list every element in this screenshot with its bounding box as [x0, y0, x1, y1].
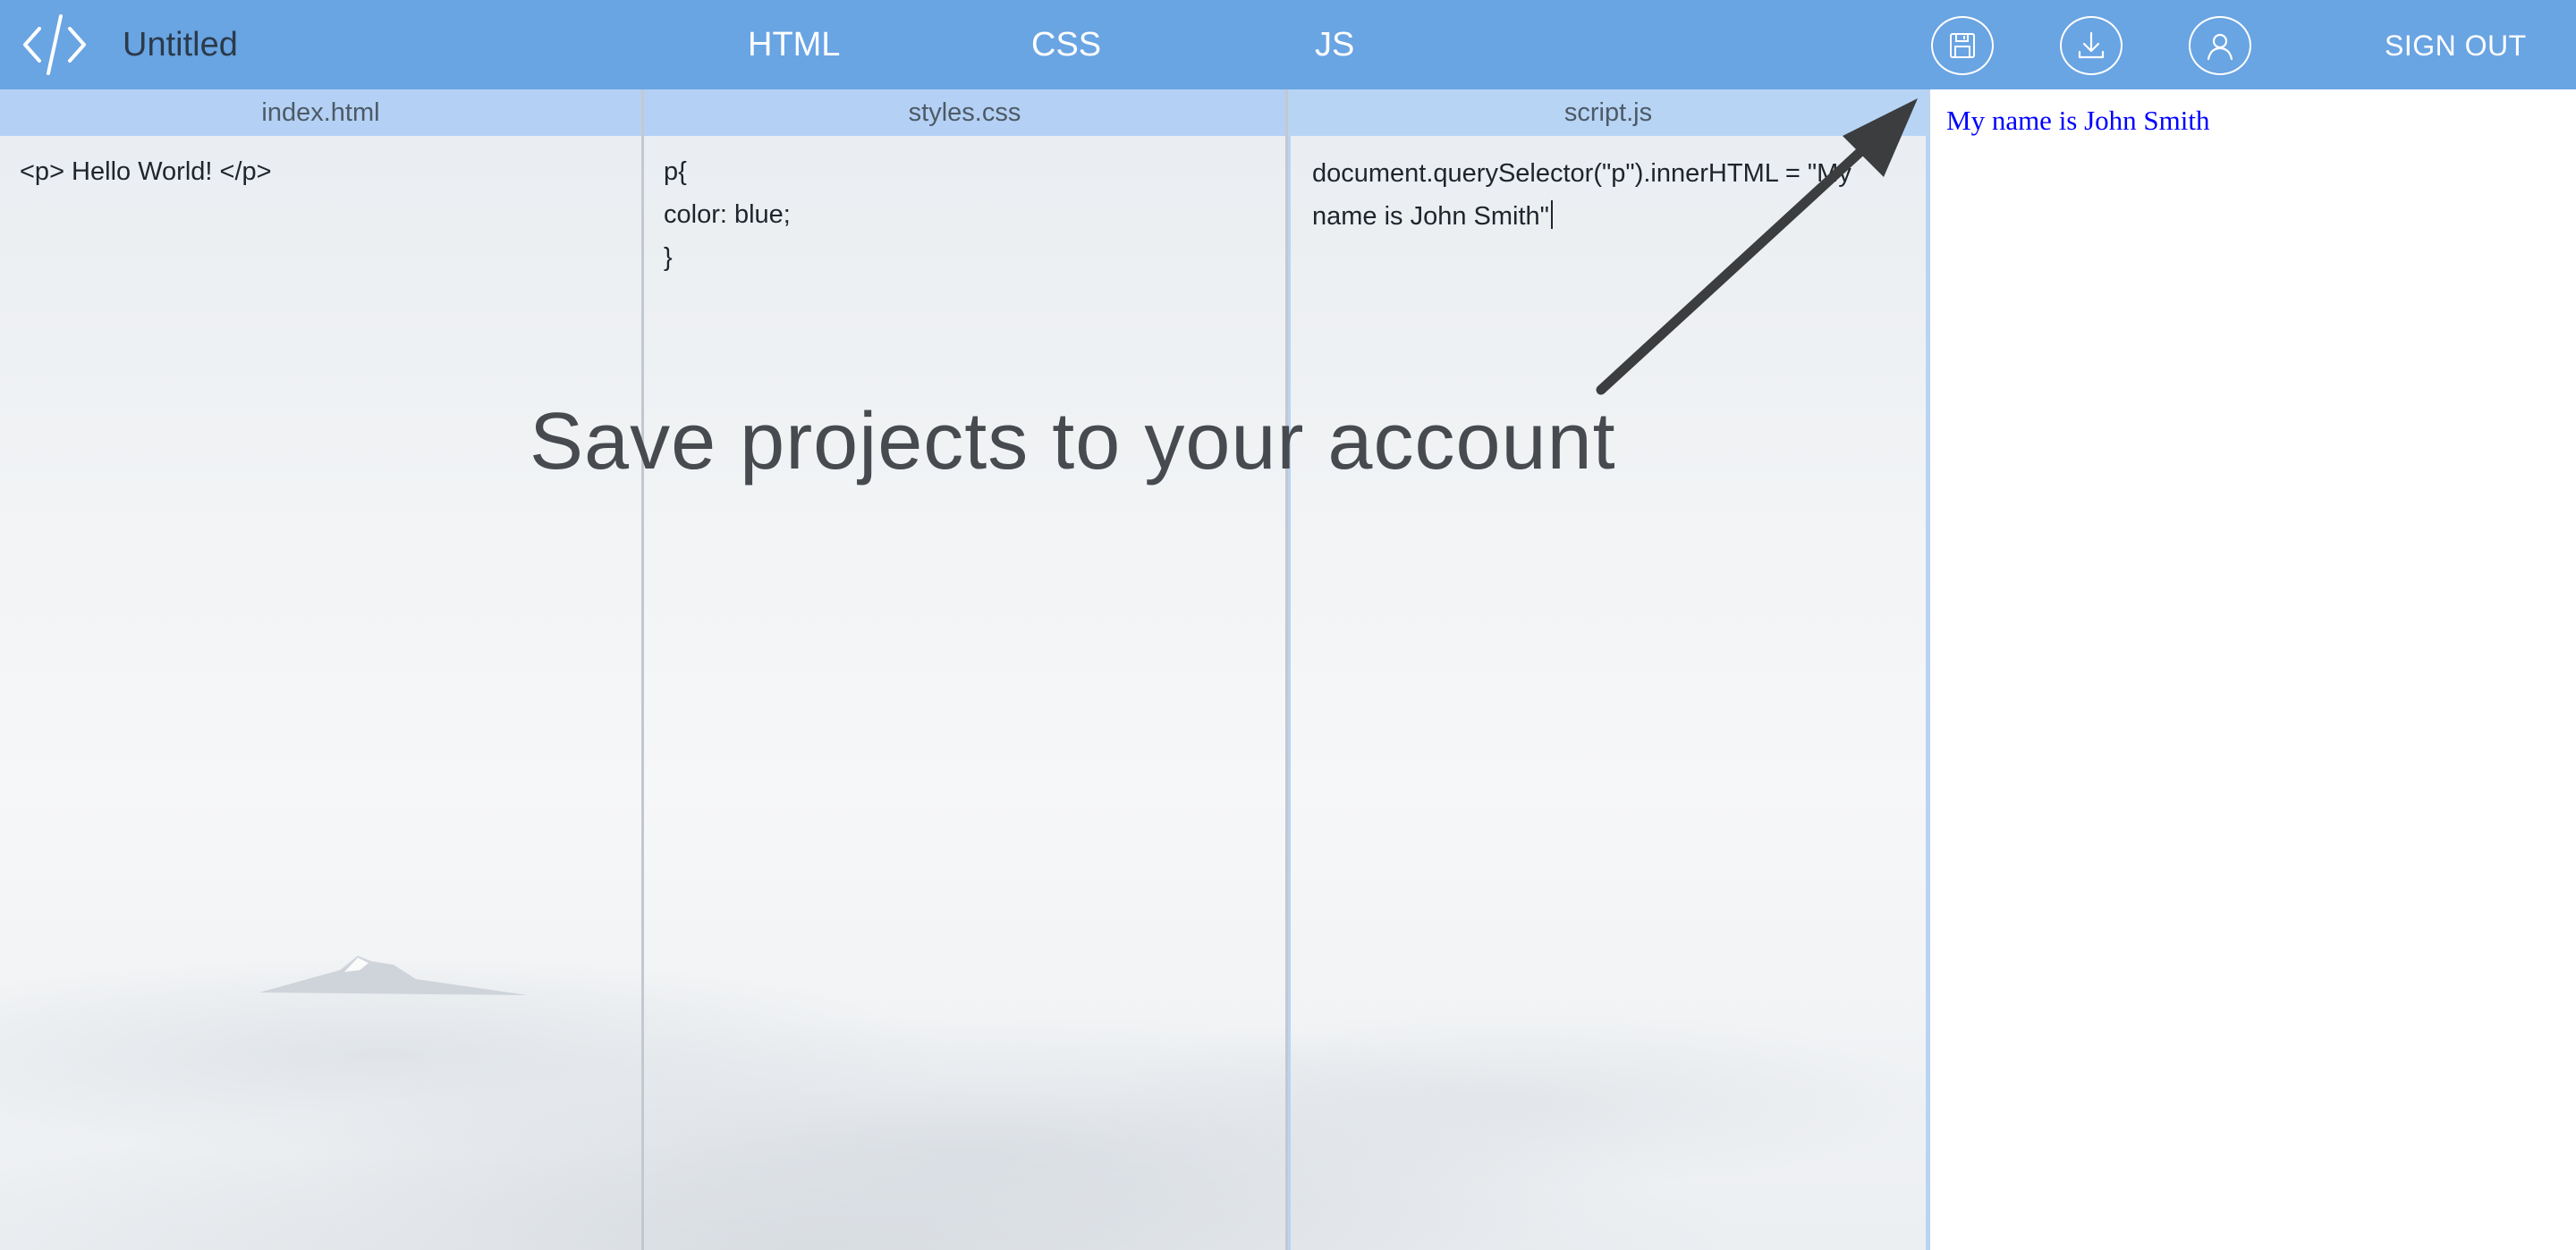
html-code-editor[interactable]: <p> Hello World! </p> — [20, 150, 622, 193]
tab-js[interactable]: JS — [1315, 25, 1354, 64]
account-button[interactable] — [2189, 16, 2251, 75]
code-brackets-icon[interactable] — [20, 11, 89, 79]
html-editor-pane: index.html <p> Hello World! </p> — [0, 89, 644, 1250]
download-button[interactable] — [2060, 16, 2123, 75]
project-title[interactable]: Untitled — [123, 25, 238, 64]
css-editor-pane: styles.css p{ color: blue; } — [644, 89, 1288, 1250]
css-file-tab[interactable]: styles.css — [644, 89, 1285, 136]
onboarding-tip-text: Save projects to your account — [530, 397, 1616, 486]
floppy-disk-icon — [1950, 33, 1975, 58]
tab-css[interactable]: CSS — [1031, 25, 1101, 64]
text-caret — [1550, 200, 1553, 229]
app-window: Untitled HTML CSS JS SIGN OUT index.html… — [0, 0, 2576, 1250]
user-icon — [2207, 33, 2233, 61]
tab-html[interactable]: HTML — [748, 25, 840, 64]
download-icon — [2078, 31, 2105, 59]
top-bar: Untitled HTML CSS JS SIGN OUT — [0, 0, 2576, 89]
save-button[interactable] — [1931, 16, 1994, 75]
css-code-editor[interactable]: p{ color: blue; } — [664, 150, 1266, 279]
sign-out-button[interactable]: SIGN OUT — [2385, 29, 2527, 63]
html-file-tab[interactable]: index.html — [0, 89, 641, 136]
preview-output-text: My name is John Smith — [1946, 105, 2210, 136]
arrow-icon — [1583, 89, 1932, 402]
preview-pane: My name is John Smith — [1930, 89, 2576, 1250]
